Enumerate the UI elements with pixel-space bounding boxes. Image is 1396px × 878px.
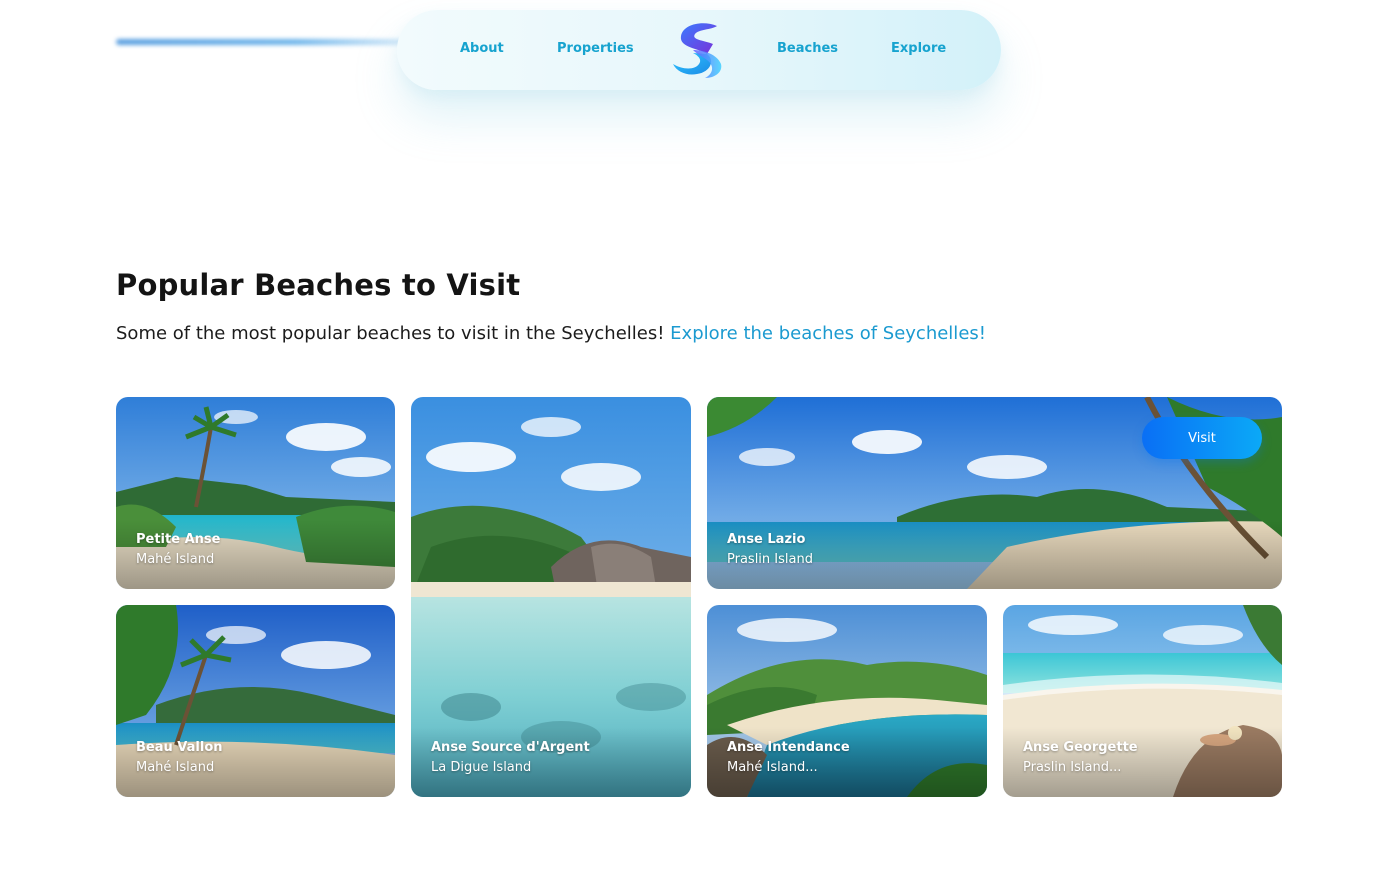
beach-name: Anse Intendance [727, 740, 850, 755]
explore-beaches-link[interactable]: Explore the beaches of Seychelles! [670, 323, 986, 344]
beach-card-petite-anse[interactable]: Petite Anse Mahé Island [116, 397, 395, 589]
logo-icon[interactable] [669, 20, 729, 80]
nav-link-about[interactable]: About [460, 41, 504, 56]
beach-card-anse-source-d-argent[interactable]: Anse Source d'Argent La Digue Island [411, 397, 691, 797]
beach-name: Anse Georgette [1023, 740, 1138, 755]
subtitle-text: Some of the most popular beaches to visi… [116, 323, 665, 344]
beach-card-anse-georgette[interactable]: Anse Georgette Praslin Island... [1003, 605, 1282, 797]
beach-location: Praslin Island... [1023, 760, 1122, 775]
beach-name: Beau Vallon [136, 740, 223, 755]
section-title: Popular Beaches to Visit [116, 268, 521, 302]
beach-location: La Digue Island [431, 760, 532, 775]
nav-link-properties[interactable]: Properties [557, 41, 634, 56]
beach-name: Anse Lazio [727, 532, 806, 547]
beach-name: Anse Source d'Argent [431, 740, 590, 755]
beach-name: Petite Anse [136, 532, 221, 547]
beach-card-anse-intendance[interactable]: Anse Intendance Mahé Island... [707, 605, 987, 797]
section-subtitle: Some of the most popular beaches to visi… [116, 323, 986, 344]
beach-location: Mahé Island... [727, 760, 818, 775]
visit-button[interactable]: Visit [1142, 417, 1262, 459]
nav-link-explore[interactable]: Explore [891, 41, 946, 56]
beach-location: Mahé Island [136, 552, 215, 567]
nav-link-beaches[interactable]: Beaches [777, 41, 838, 56]
main-nav: About Properties Beaches Explore [397, 10, 1001, 90]
beach-card-anse-lazio[interactable]: Visit Anse Lazio Praslin Island [707, 397, 1282, 589]
decorative-line [116, 39, 416, 45]
beach-card-beau-vallon[interactable]: Beau Vallon Mahé Island [116, 605, 395, 797]
beach-location: Praslin Island [727, 552, 813, 567]
beach-location: Mahé Island [136, 760, 215, 775]
